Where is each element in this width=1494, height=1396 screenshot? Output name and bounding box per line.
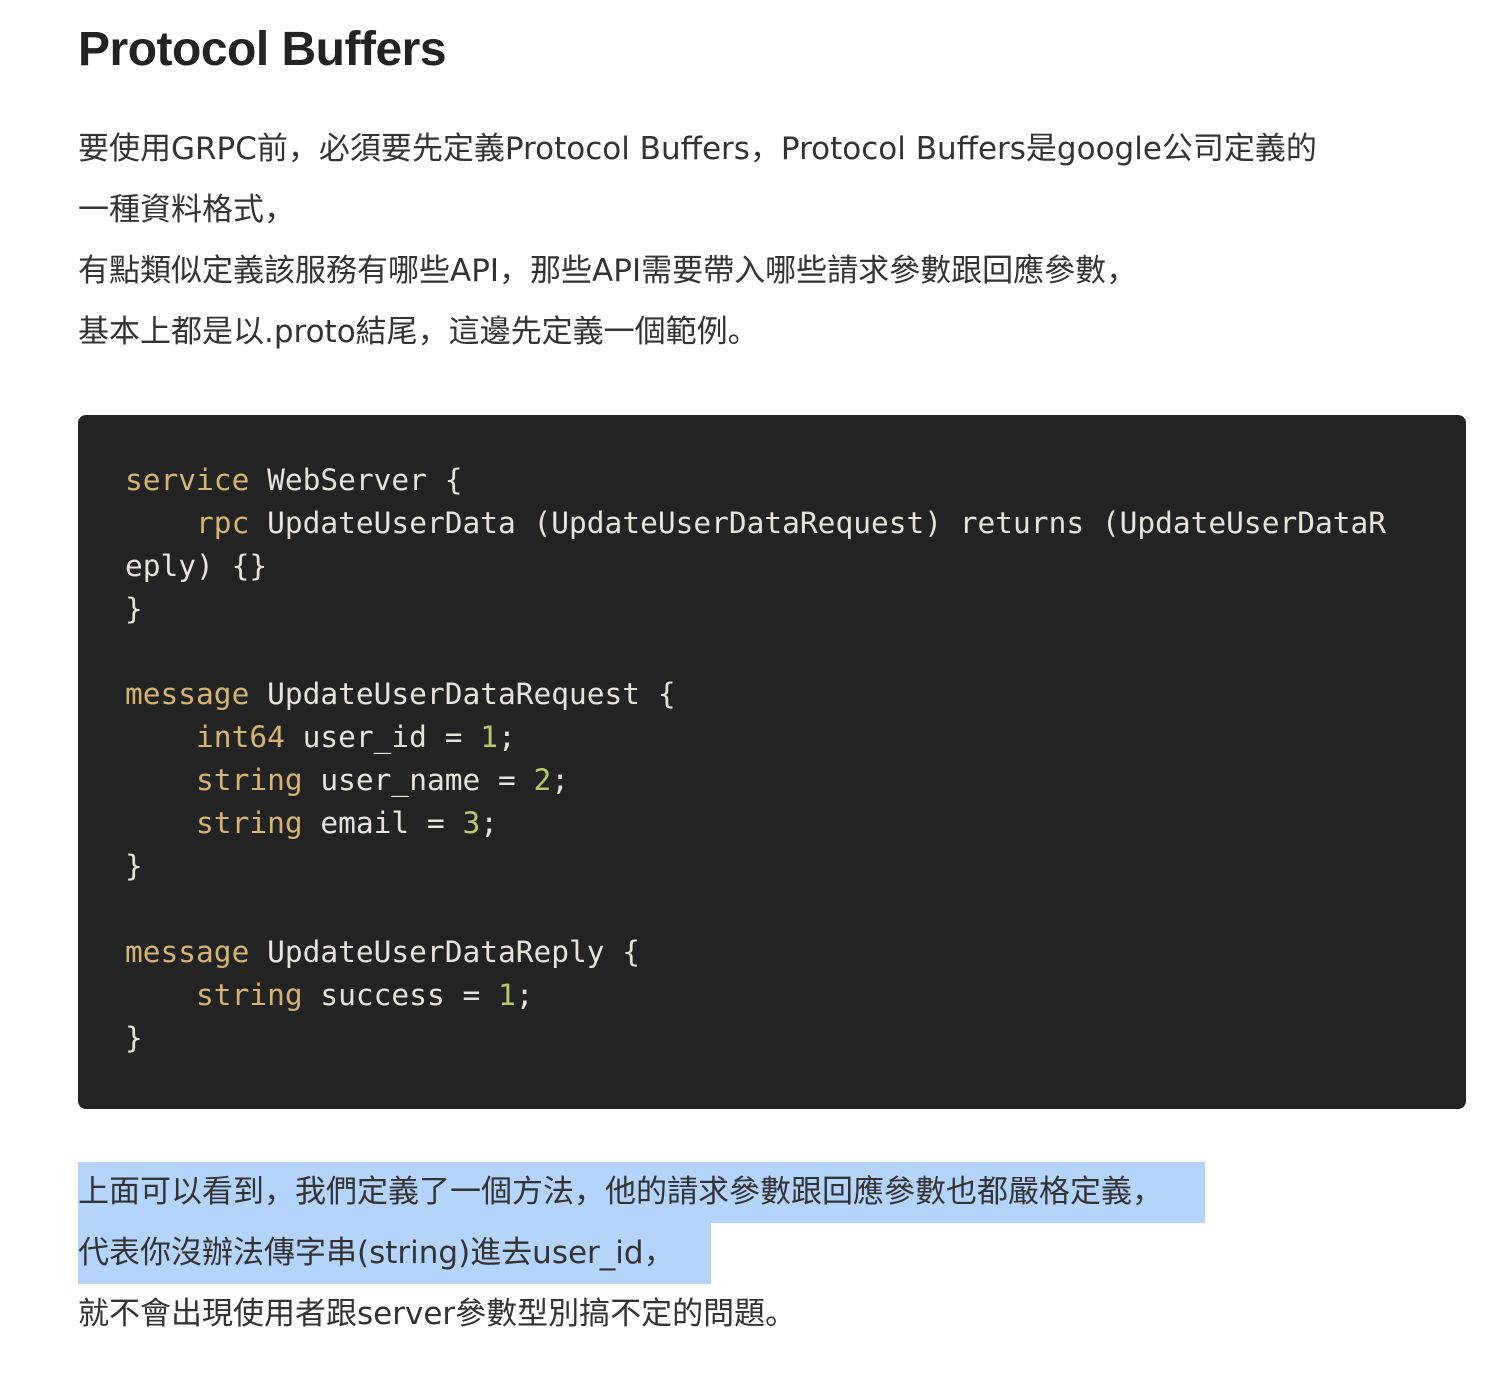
code-text: UpdateUserData (UpdateUserDataRequest) r… xyxy=(249,505,1387,540)
intro-line: 基本上都是以.proto結尾，這邊先定義一個範例。 xyxy=(78,314,759,350)
code-text: WebServer { xyxy=(249,463,463,497)
code-line: } xyxy=(125,588,1466,631)
code-line: } xyxy=(125,845,1466,888)
code-keyword: string xyxy=(196,977,303,1012)
code-text: ; xyxy=(551,763,570,798)
code-line: message UpdateUserDataReply { xyxy=(125,931,1466,974)
code-text: success = xyxy=(302,977,498,1012)
code-line: eply) {} xyxy=(125,545,1466,588)
code-line: message UpdateUserDataRequest { xyxy=(125,673,1466,716)
intro-line: 有點類似定義該服務有哪些API，那些API需要帶入哪些請求參數跟回應參數， xyxy=(78,253,1138,289)
code-line: string user_name = 2; xyxy=(125,759,1466,802)
selected-text[interactable]: 代表你沒辦法傳字串(string)進去user_id， xyxy=(78,1223,711,1284)
code-text: UpdateUserDataRequest { xyxy=(249,677,676,712)
outro-paragraph: 上面可以看到，我們定義了一個方法，他的請求參數跟回應參數也都嚴格定義， 代表你沒… xyxy=(78,1162,1205,1345)
code-text: } xyxy=(125,1020,143,1055)
code-text: } xyxy=(125,591,143,626)
code-keyword: message xyxy=(125,677,250,712)
outro-line-selected[interactable]: 上面可以看到，我們定義了一個方法，他的請求參數跟回應參數也都嚴格定義， xyxy=(78,1162,1205,1223)
code-number: 1 xyxy=(480,720,498,755)
selected-text[interactable]: 上面可以看到，我們定義了一個方法，他的請求參數跟回應參數也都嚴格定義， xyxy=(78,1162,1205,1223)
intro-paragraph: 要使用GRPC前，必須要先定義Protocol Buffers，Protocol… xyxy=(78,119,1317,363)
code-block[interactable]: service WebServer { rpc UpdateUserData (… xyxy=(78,415,1466,1109)
code-line: rpc UpdateUserData (UpdateUserDataReques… xyxy=(125,502,1466,545)
code-line: service WebServer { xyxy=(125,459,1466,502)
outro-line: 就不會出現使用者跟server參數型別搞不定的問題。 xyxy=(78,1296,797,1332)
code-text: email = xyxy=(302,806,463,841)
intro-line: 要使用GRPC前，必須要先定義Protocol Buffers，Protocol… xyxy=(78,131,1317,167)
code-text: ; xyxy=(480,806,499,841)
code-line: string success = 1; xyxy=(125,974,1466,1017)
code-text: user_id = xyxy=(284,720,481,755)
code-number: 2 xyxy=(533,763,552,798)
code-number: 1 xyxy=(498,977,516,1012)
intro-line: 一種資料格式， xyxy=(78,192,295,228)
code-number: 3 xyxy=(462,806,481,841)
code-text: ; xyxy=(515,977,534,1012)
code-keyword: service xyxy=(125,463,250,497)
code-keyword: message xyxy=(125,934,250,969)
code-line: string email = 3; xyxy=(125,802,1466,845)
section-heading: Protocol Buffers xyxy=(78,23,447,76)
outro-line-selected[interactable]: 代表你沒辦法傳字串(string)進去user_id， xyxy=(78,1223,1205,1284)
code-keyword: string xyxy=(196,806,303,841)
code-keyword: string xyxy=(196,763,303,798)
code-line: int64 user_id = 1; xyxy=(125,716,1466,759)
code-keyword: int64 xyxy=(196,720,285,755)
code-text: user_name = xyxy=(302,763,534,798)
code-text: eply) {} xyxy=(125,548,268,583)
code-text: UpdateUserDataReply { xyxy=(249,934,641,969)
code-line: } xyxy=(125,1017,1466,1060)
code-text: ; xyxy=(498,720,516,755)
code-keyword: rpc xyxy=(196,505,250,540)
code-content: service WebServer { rpc UpdateUserData (… xyxy=(125,459,1466,1059)
code-text: } xyxy=(125,849,143,884)
